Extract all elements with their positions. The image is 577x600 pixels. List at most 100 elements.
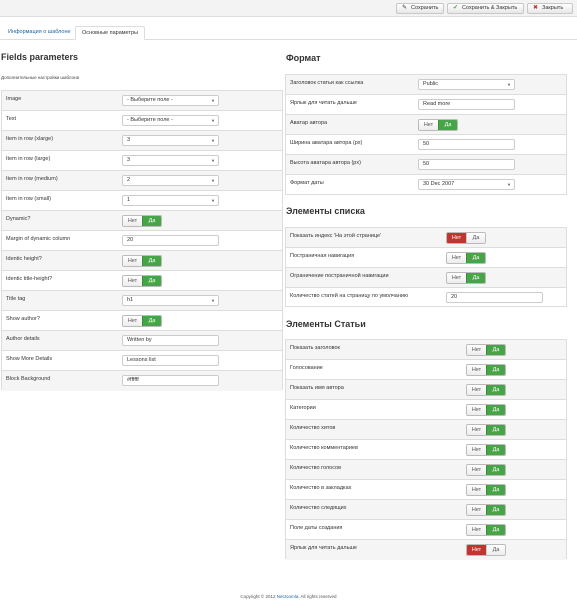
toggle-no-option[interactable]: Нет — [123, 216, 142, 226]
toggle-no-option[interactable]: Нет — [467, 465, 486, 475]
article-yes-no-toggle[interactable]: Нет Да — [466, 524, 506, 536]
fields-yes-no-toggle[interactable]: Нет Да — [122, 275, 162, 287]
toggle-yes-option[interactable]: Да — [486, 405, 505, 415]
toggle-no-option[interactable]: Нет — [467, 425, 486, 435]
fields-row-label: Dynamic? — [6, 216, 31, 222]
footer-rights: . All rights reserved — [298, 594, 337, 599]
fields-text-input[interactable]: Written by — [122, 335, 219, 346]
toggle-yes-option[interactable]: Да — [486, 445, 505, 455]
article-yes-no-toggle[interactable]: Нет Да — [466, 384, 506, 396]
article-yes-no-toggle[interactable]: Нет Да — [466, 484, 506, 496]
article-yes-no-toggle[interactable]: Нет Да — [466, 464, 506, 476]
fields-yes-no-toggle[interactable]: Нет Да — [122, 255, 162, 267]
format-text-input[interactable]: 50 — [418, 139, 515, 150]
chevron-down-icon: ▼ — [211, 138, 215, 143]
article-table-row: Поле даты создания Нет Да — [286, 520, 566, 540]
article-row-label: Показать заголовок — [290, 345, 340, 351]
article-yes-no-toggle[interactable]: Нет Да — [466, 404, 506, 416]
toggle-no-option[interactable]: Нет — [467, 545, 486, 555]
toggle-yes-option[interactable]: Да — [486, 345, 505, 355]
toggle-yes-option[interactable]: Да — [438, 120, 457, 130]
fields-select[interactable]: 2 ▼ — [122, 175, 219, 186]
select-value: Public — [423, 81, 438, 87]
toggle-yes-option[interactable]: Да — [142, 316, 161, 326]
toggle-no-option[interactable]: Нет — [467, 365, 486, 375]
format-text-input[interactable]: Read more — [418, 99, 515, 110]
fields-yes-no-toggle[interactable]: Нет Да — [122, 315, 162, 327]
list-yes-no-toggle[interactable]: Нет Да — [446, 252, 486, 264]
article-yes-no-toggle[interactable]: Нет Да — [466, 504, 506, 516]
fields-table-row: Author details Written by — [2, 331, 282, 351]
tab-template-info[interactable]: Информация о шаблоне — [2, 26, 77, 40]
article-table-row: Количество комментариев Нет Да — [286, 440, 566, 460]
fields-text-input[interactable]: #ffffff — [122, 375, 219, 386]
edit-icon: ✎ — [401, 5, 408, 11]
footer-link[interactable]: NetJoomla — [277, 594, 299, 599]
toggle-yes-option[interactable]: Да — [486, 545, 505, 555]
toggle-no-option[interactable]: Нет — [467, 405, 486, 415]
toggle-yes-option[interactable]: Да — [466, 233, 485, 243]
format-select[interactable]: 30 Dec 2007 ▼ — [418, 179, 515, 190]
chevron-down-icon: ▼ — [211, 298, 215, 303]
toggle-no-option[interactable]: Нет — [467, 345, 486, 355]
toggle-no-option[interactable]: Нет — [447, 233, 466, 243]
fields-text-input[interactable]: Lessons list — [122, 355, 219, 366]
fields-select[interactable]: - Выберите поле - ▼ — [122, 115, 219, 126]
toggle-no-option[interactable]: Нет — [467, 525, 486, 535]
toggle-yes-option[interactable]: Да — [486, 365, 505, 375]
list-table-row: Постраничная навигация Нет Да — [286, 248, 566, 268]
toggle-no-option[interactable]: Нет — [467, 445, 486, 455]
toggle-no-option[interactable]: Нет — [419, 120, 438, 130]
fields-yes-no-toggle[interactable]: Нет Да — [122, 215, 162, 227]
format-text-input[interactable]: 50 — [418, 159, 515, 170]
fields-select[interactable]: 3 ▼ — [122, 155, 219, 166]
format-table-row: Высота аватара автора (px) 50 — [286, 155, 566, 175]
save-close-button[interactable]: ✔ Сохранить & Закрыть — [447, 3, 524, 14]
fields-select[interactable]: h1 ▼ — [122, 295, 219, 306]
fields-select[interactable]: 3 ▼ — [122, 135, 219, 146]
toggle-yes-option[interactable]: Да — [142, 256, 161, 266]
article-yes-no-toggle[interactable]: Нет Да — [466, 344, 506, 356]
toggle-yes-option[interactable]: Да — [466, 253, 485, 263]
article-yes-no-toggle[interactable]: Нет Да — [466, 544, 506, 556]
close-button[interactable]: ✖ Закрыть — [527, 3, 573, 14]
article-yes-no-toggle[interactable]: Нет Да — [466, 424, 506, 436]
toggle-yes-option[interactable]: Да — [486, 505, 505, 515]
select-value: 2 — [127, 177, 131, 183]
list-text-input[interactable]: 20 — [446, 292, 543, 303]
article-yes-no-toggle[interactable]: Нет Да — [466, 364, 506, 376]
fields-text-input[interactable]: 20 — [122, 235, 219, 246]
toggle-no-option[interactable]: Нет — [123, 316, 142, 326]
toggle-yes-option[interactable]: Да — [486, 485, 505, 495]
toggle-yes-option[interactable]: Да — [142, 216, 161, 226]
toggle-no-option[interactable]: Нет — [447, 253, 466, 263]
toggle-yes-option[interactable]: Да — [142, 276, 161, 286]
toggle-no-option[interactable]: Нет — [123, 276, 142, 286]
fields-select[interactable]: - Выберите поле - ▼ — [122, 95, 219, 106]
fields-select[interactable]: 1 ▼ — [122, 195, 219, 206]
article-yes-no-toggle[interactable]: Нет Да — [466, 444, 506, 456]
fields-row-label: Author details — [6, 336, 40, 342]
toggle-no-option[interactable]: Нет — [467, 385, 486, 395]
tab-basic-params[interactable]: Основные параметры — [75, 26, 145, 40]
format-yes-no-toggle[interactable]: Нет Да — [418, 119, 458, 131]
toggle-no-option[interactable]: Нет — [467, 505, 486, 515]
toggle-yes-option[interactable]: Да — [486, 525, 505, 535]
article-table-row: Количество в закладках Нет Да — [286, 480, 566, 500]
format-select[interactable]: Public ▼ — [418, 79, 515, 90]
toggle-yes-option[interactable]: Да — [466, 273, 485, 283]
list-yes-no-toggle[interactable]: Нет Да — [446, 272, 486, 284]
save-button[interactable]: ✎ Сохранить — [396, 3, 444, 14]
toggle-no-option[interactable]: Нет — [447, 273, 466, 283]
tab-bar: Информация о шаблоне Основные параметры — [0, 26, 577, 40]
toggle-yes-option[interactable]: Да — [486, 385, 505, 395]
check-icon: ✔ — [452, 5, 459, 11]
toggle-no-option[interactable]: Нет — [123, 256, 142, 266]
list-yes-no-toggle[interactable]: Нет Да — [446, 232, 486, 244]
article-table-row: Показать имя автора Нет Да — [286, 380, 566, 400]
toggle-yes-option[interactable]: Да — [486, 465, 505, 475]
toggle-yes-option[interactable]: Да — [486, 425, 505, 435]
fields-row-label: Item in row (xlarge) — [6, 136, 54, 142]
toggle-no-option[interactable]: Нет — [467, 485, 486, 495]
fields-row-label: Margin of dynamic column — [6, 236, 71, 242]
